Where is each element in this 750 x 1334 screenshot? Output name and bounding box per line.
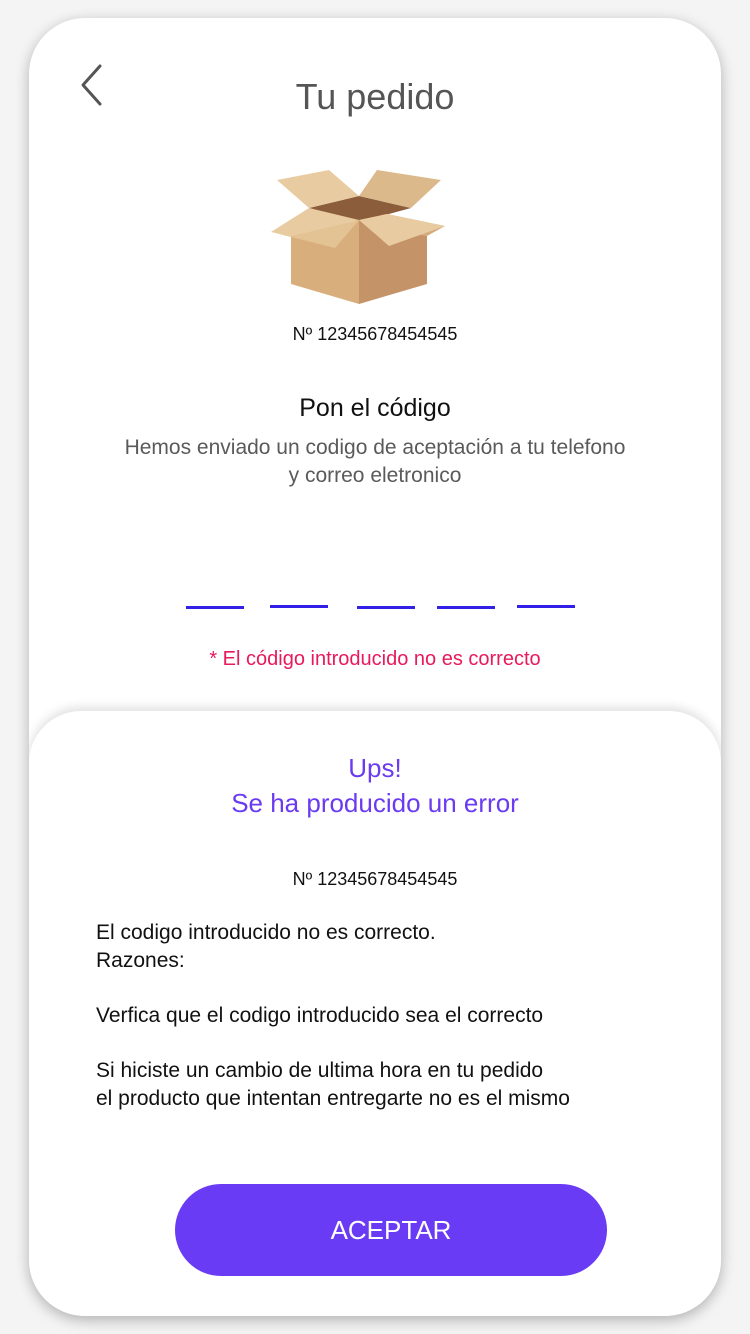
phone-screen: Tu pedido Nº 12345678454545 Pon el códig… — [29, 18, 721, 1316]
code-description-line: Hemos enviado un codigo de aceptación a … — [124, 436, 626, 459]
code-error-message: * El código introducido no es correcto — [209, 648, 541, 670]
code-digit-2[interactable] — [270, 605, 328, 608]
error-text-line: Razones: — [96, 949, 185, 972]
code-digit-4[interactable] — [437, 606, 495, 609]
code-digit-5[interactable] — [517, 605, 575, 608]
error-sheet: Ups! Se ha producido un error Nº 1234567… — [29, 711, 721, 1316]
error-reasons: El codigo introducido no es correcto. Ra… — [96, 919, 681, 1113]
error-sheet-title: Ups! Se ha producido un error — [29, 751, 721, 821]
code-digit-3[interactable] — [357, 606, 415, 609]
error-text-line: Si hiciste un cambio de ultima hora en t… — [96, 1059, 544, 1082]
box-icon — [271, 170, 445, 304]
error-text-line: el producto que intentan entregarte no e… — [96, 1087, 570, 1110]
error-title-line: Ups! — [348, 753, 402, 783]
code-digit-1[interactable] — [186, 606, 244, 609]
code-description-line: y correo eletronico — [288, 464, 462, 487]
error-order-number: Nº 12345678454545 — [292, 869, 458, 889]
code-title: Pon el código — [299, 394, 451, 422]
error-title-line: Se ha producido un error — [231, 788, 519, 818]
error-text-line: Verfica que el codigo introducido sea el… — [96, 1004, 544, 1027]
page-title: Tu pedido — [295, 76, 455, 117]
order-number: Nº 12345678454545 — [292, 324, 458, 344]
error-text-line: El codigo introducido no es correcto. — [96, 921, 436, 944]
accept-button[interactable]: ACEPTAR — [175, 1184, 607, 1276]
code-description: Hemos enviado un codigo de aceptación a … — [89, 434, 661, 490]
